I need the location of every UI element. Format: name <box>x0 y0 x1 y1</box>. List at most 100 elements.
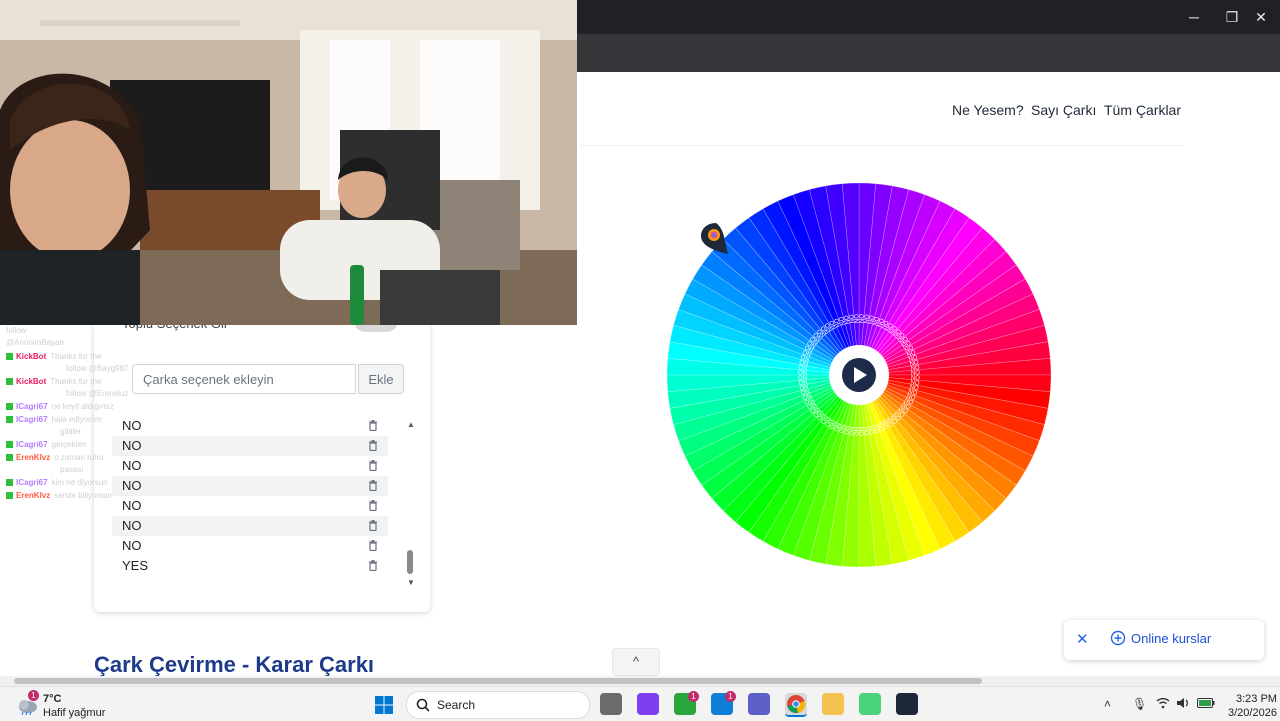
trash-icon[interactable] <box>368 499 378 511</box>
minimize-button[interactable]: ─ <box>1175 0 1213 34</box>
chat-message: pasası <box>60 465 84 474</box>
chat-message: follow @Bayg987 <box>66 364 129 373</box>
weather-description[interactable]: Hafif yağmur <box>43 707 105 719</box>
list-item: NO <box>112 536 388 556</box>
header-divider <box>580 145 1184 146</box>
chat-line: ICagri67 kim ne diyorsun <box>6 478 108 487</box>
chat-message: o zaman ruhu <box>54 453 104 462</box>
app-icon-green[interactable] <box>859 693 881 715</box>
trash-icon[interactable] <box>368 459 378 471</box>
chat-badge-icon <box>6 403 13 411</box>
options-scrollbar[interactable] <box>407 550 413 574</box>
chat-username: ICagri67 <box>16 402 48 411</box>
chat-line: follow @Bayg987 <box>6 364 128 373</box>
chat-message: kim ne diyorsun <box>51 478 108 487</box>
chat-badge-icon <box>6 492 13 500</box>
weather-temperature[interactable]: 7°C <box>43 693 61 705</box>
trash-icon[interactable] <box>368 439 378 451</box>
chat-message: Thanks for the <box>50 352 102 361</box>
battery-icon[interactable] <box>1197 697 1215 711</box>
wheel-segment-label: NO <box>854 314 860 324</box>
chat-message: Thanks for the <box>50 377 102 386</box>
chat-message: follow <box>6 326 27 335</box>
weather-badge: 1 <box>28 690 39 701</box>
chat-line: ICagri67 hala ediyorum <box>6 415 102 424</box>
chat-message: ne keyif aldığımız <box>51 402 114 411</box>
scroll-up-arrow-icon[interactable]: ▲ <box>406 420 416 429</box>
chat-username: ICagri67 <box>16 478 48 487</box>
store-badge: 1 <box>725 691 736 702</box>
task-view-icon[interactable] <box>600 693 622 715</box>
wifi-icon[interactable] <box>1156 697 1170 712</box>
plus-circle-icon <box>1110 630 1126 646</box>
list-item: YES <box>112 556 388 576</box>
chat-message: @AnonimBayan <box>6 338 64 347</box>
taskbar-search[interactable]: Search <box>406 691 590 719</box>
chat-badge-icon <box>6 454 13 462</box>
chat-username: KickBot <box>16 352 47 361</box>
chat-username: ICagri67 <box>16 440 48 449</box>
chat-message: gibiler <box>60 427 82 436</box>
list-item: NO <box>112 516 388 536</box>
chat-line: ErenKlvz sende biliyorsun <box>6 491 112 500</box>
option-label: NO <box>122 518 142 533</box>
chat-message: sende biliyorsun <box>54 491 113 500</box>
chat-badge-icon <box>6 416 13 424</box>
chat-line: follow <box>6 326 26 335</box>
online-courses-link[interactable]: Online kurslar <box>1131 631 1211 646</box>
trash-icon[interactable] <box>368 559 378 571</box>
clock-time[interactable]: 3:23 PM <box>1236 693 1277 705</box>
clock-date[interactable]: 3/20/2026 <box>1228 707 1277 719</box>
chat-username: ErenKlvz <box>16 491 51 500</box>
scroll-down-arrow-icon[interactable]: ▼ <box>406 578 416 587</box>
chevron-up-icon[interactable]: ˄ <box>1104 697 1111 711</box>
chat-line: follow @Ereneluz <box>6 389 128 398</box>
chat-badge-icon <box>6 353 13 361</box>
search-icon <box>416 698 430 712</box>
windows-start-icon[interactable] <box>374 695 394 715</box>
volume-icon[interactable] <box>1176 697 1190 712</box>
chat-username: ErenKlvz <box>16 453 51 462</box>
file-explorer-icon[interactable] <box>822 693 844 715</box>
stream-chat: follow @AnonimBayan KickBot Thanks for th… <box>6 324 176 514</box>
nav-link-ne-yesem[interactable]: Ne Yesem? <box>952 102 1024 118</box>
online-courses-promo: ✕ Online kurslar <box>1064 620 1264 660</box>
page-title: Çark Çevirme - Karar Çarkı <box>94 652 375 676</box>
trash-icon[interactable] <box>368 519 378 531</box>
chat-message: hala ediyorum <box>51 415 102 424</box>
close-icon[interactable]: ✕ <box>1076 630 1089 648</box>
close-window-button[interactable]: ✕ <box>1242 0 1280 34</box>
webcam-overlay <box>0 0 577 325</box>
nav-link-sayi-carki[interactable]: Sayı Çarkı <box>1031 102 1096 118</box>
chat-line: KickBot Thanks for the <box>6 352 101 361</box>
app-icon-purple[interactable] <box>637 693 659 715</box>
chrome-icon[interactable] <box>785 693 807 717</box>
trash-icon[interactable] <box>368 419 378 431</box>
chat-line: gibiler <box>6 427 81 436</box>
chat-line: ICagri67 ne keyif aldığımız <box>6 402 114 411</box>
chat-username: KickBot <box>16 377 47 386</box>
chat-badge-icon <box>6 378 13 386</box>
chat-badge-icon <box>6 479 13 487</box>
chat-username: ICagri67 <box>16 415 48 424</box>
search-label: Search <box>437 698 476 712</box>
add-option-button[interactable]: Ekle <box>358 364 404 394</box>
steam-icon[interactable] <box>896 693 918 715</box>
chat-line: @AnonimBayan <box>6 338 64 347</box>
windows-taskbar: 1 7°C Hafif yağmur Search 1 1 ˄ 🎙 3:23 P… <box>0 686 1280 721</box>
microphone-icon[interactable]: 🎙 <box>1132 697 1147 711</box>
trash-icon[interactable] <box>368 479 378 491</box>
trash-icon[interactable] <box>368 539 378 551</box>
back-to-top-button[interactable]: ^ <box>612 648 660 676</box>
chat-badge-icon <box>6 441 13 449</box>
option-label: YES <box>122 558 149 573</box>
chat-line: ICagri67 gerçekten <box>6 440 87 449</box>
scrollbar-thumb[interactable] <box>14 678 982 684</box>
horizontal-scrollbar[interactable] <box>0 676 1280 686</box>
chat-line: ErenKlvz o zaman ruhu <box>6 453 103 462</box>
xbox-badge: 1 <box>688 691 699 702</box>
chat-line: KickBot Thanks for the <box>6 377 101 386</box>
nav-link-tum-carklar[interactable]: Tüm Çarklar <box>1104 102 1181 118</box>
option-label: NO <box>122 538 142 553</box>
teams-icon[interactable] <box>748 693 770 715</box>
